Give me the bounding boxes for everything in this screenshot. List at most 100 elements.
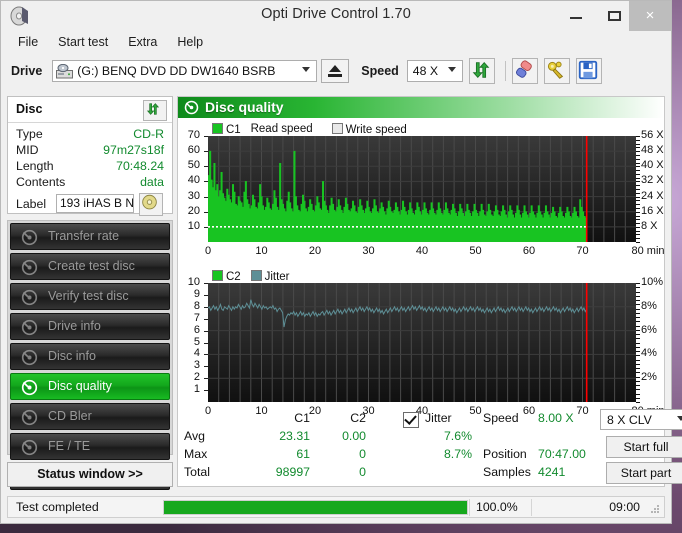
resize-grip[interactable] [650,505,660,515]
jitter-checkbox[interactable] [403,412,419,428]
sidebar-item-label: Disc quality [48,379,112,393]
disc-row-key: Type [16,127,43,141]
sidebar-item-create-test-disc[interactable]: Create test disc [10,253,170,280]
menu-item-extra[interactable]: Extra [119,33,166,51]
legend-item: Jitter [250,270,290,283]
disc-label-button[interactable] [139,193,163,216]
y-axis-tick [204,354,208,356]
disc-quality-panel: Disc quality C1 Read speed Write speed 10 20… [177,96,682,487]
right-axis-tick-label: 10% [641,276,664,288]
right-axis-tick [636,287,640,289]
y-axis-tick [204,226,208,228]
right-axis-tick [636,321,640,323]
c1-chart[interactable]: C1 Read speed Write speed 10 20 30 40 50 60 70 8 X… [178,118,678,260]
right-axis-tick [636,389,640,391]
maximize-icon [608,11,621,21]
disc-icon [21,409,38,426]
refresh-icon [472,61,490,79]
right-axis-tick [636,173,640,175]
menu-bar: File Start test Extra Help [1,31,671,52]
right-axis-tick [636,295,640,297]
legend-swatch [331,123,343,134]
disc-icon [21,259,38,276]
disc-panel-header: Disc [8,97,172,123]
right-axis-tick [636,355,640,357]
speed-result-value: 8.00 X [538,411,574,425]
disc-info-panel: Disc Type CD-R MID 97m27s18f Length 70:4… [7,96,173,216]
disc-icon [21,349,38,366]
sidebar-item-drive-info[interactable]: Drive info [10,313,170,340]
disc-row-type: Type CD-R [8,127,172,143]
plot-area[interactable] [208,283,636,402]
maximize-button[interactable] [595,1,633,31]
start-part-button[interactable]: Start part [606,462,682,484]
right-axis-tick [636,291,640,293]
speed-label: Speed [361,64,399,78]
right-axis-tick [636,154,640,156]
menu-item-file[interactable]: File [9,33,47,51]
right-axis-tick [636,181,640,183]
eject-icon-bar [328,74,343,77]
right-axis-tick [636,372,640,374]
y-axis-tick-label: 10 [187,276,200,288]
sidebar-item-label: Transfer rate [48,229,120,243]
legend-swatch [212,123,223,134]
eject-button[interactable] [321,59,350,83]
tools-button[interactable] [543,58,570,84]
right-axis-tick [636,211,640,213]
results-max-c2: 0 [359,447,366,461]
close-button[interactable]: × [629,1,671,31]
sidebar-item-cd-bler[interactable]: CD Bler [10,403,170,430]
x-axis-tick-label: 0 [204,245,212,257]
x-axis-tick-label: 50 [469,245,482,257]
legend-label: Read speed [250,123,313,135]
right-axis-tick-label: 40 X [641,159,664,172]
sidebar-item-transfer-rate[interactable]: Transfer rate [10,223,170,250]
right-axis-tick [636,376,640,378]
refresh-button[interactable] [468,58,495,84]
sidebar-item-verify-test-disc[interactable]: Verify test disc [10,283,170,310]
y-axis-tick [204,211,208,213]
drive-select[interactable]: (G:) BENQ DVD DD DW1640 BSRB [52,60,318,82]
sidebar-item-fe-te[interactable]: FE / TE [10,433,170,460]
status-window-button[interactable]: Status window >> [7,462,173,487]
disc-label-input[interactable]: 193 iHAS B N C [56,194,134,213]
disc-row-mid: MID 97m27s18f [8,143,172,159]
disc-row-value: 97m27s18f [103,143,164,157]
speed-select[interactable]: 48 X [406,60,463,82]
samples-result-value: 4241 [538,465,566,479]
disc-row-value: CD-R [133,127,164,141]
right-axis-tick [636,363,640,365]
application-window: Opti Drive Control 1.70 × File Start tes… [0,0,682,524]
minimize-button[interactable] [557,1,595,31]
erase-icon [515,60,532,78]
toolbar: Drive (G:) BENQ DVD DD DW1640 BSRB Speed… [7,53,665,89]
c2-jitter-chart[interactable]: C2 Jitter 1 2 3 4 5 6 7 8 9 10 2% 4% 6% 8% 10% 0 10 20 30 40 5… [178,265,678,420]
y-axis-tick [204,283,208,284]
clv-select[interactable]: 8 X CLV [600,409,682,430]
legend-item: C2 [212,270,241,283]
legend-label: C2 [226,271,241,283]
disc-row-value: 70:48.24 [116,159,164,173]
y-axis-tick [204,330,208,332]
right-axis-tick [636,312,640,314]
start-full-button[interactable]: Start full [606,436,682,458]
right-axis-tick [636,342,640,344]
disc-refresh-button[interactable] [143,100,167,121]
position-result-label: Position [483,447,527,461]
menu-item-help[interactable]: Help [168,33,212,51]
right-axis-tick [636,162,640,164]
plot-area[interactable] [208,136,636,242]
panel-title: Disc quality [205,99,284,115]
right-axis-tick [636,300,640,301]
y-axis-tick-label: 9 [193,287,200,300]
menu-item-start-test[interactable]: Start test [49,33,117,51]
right-axis-tick [636,185,640,187]
sidebar-item-disc-quality[interactable]: Disc quality [10,373,170,400]
cd-icon [142,194,157,210]
erase-button[interactable] [511,58,538,84]
save-button[interactable] [575,58,602,84]
sidebar-item-disc-info[interactable]: Disc info [10,343,170,370]
x-axis-label: 80 min [631,245,665,257]
elapsed-time: 09:00 [609,500,640,514]
